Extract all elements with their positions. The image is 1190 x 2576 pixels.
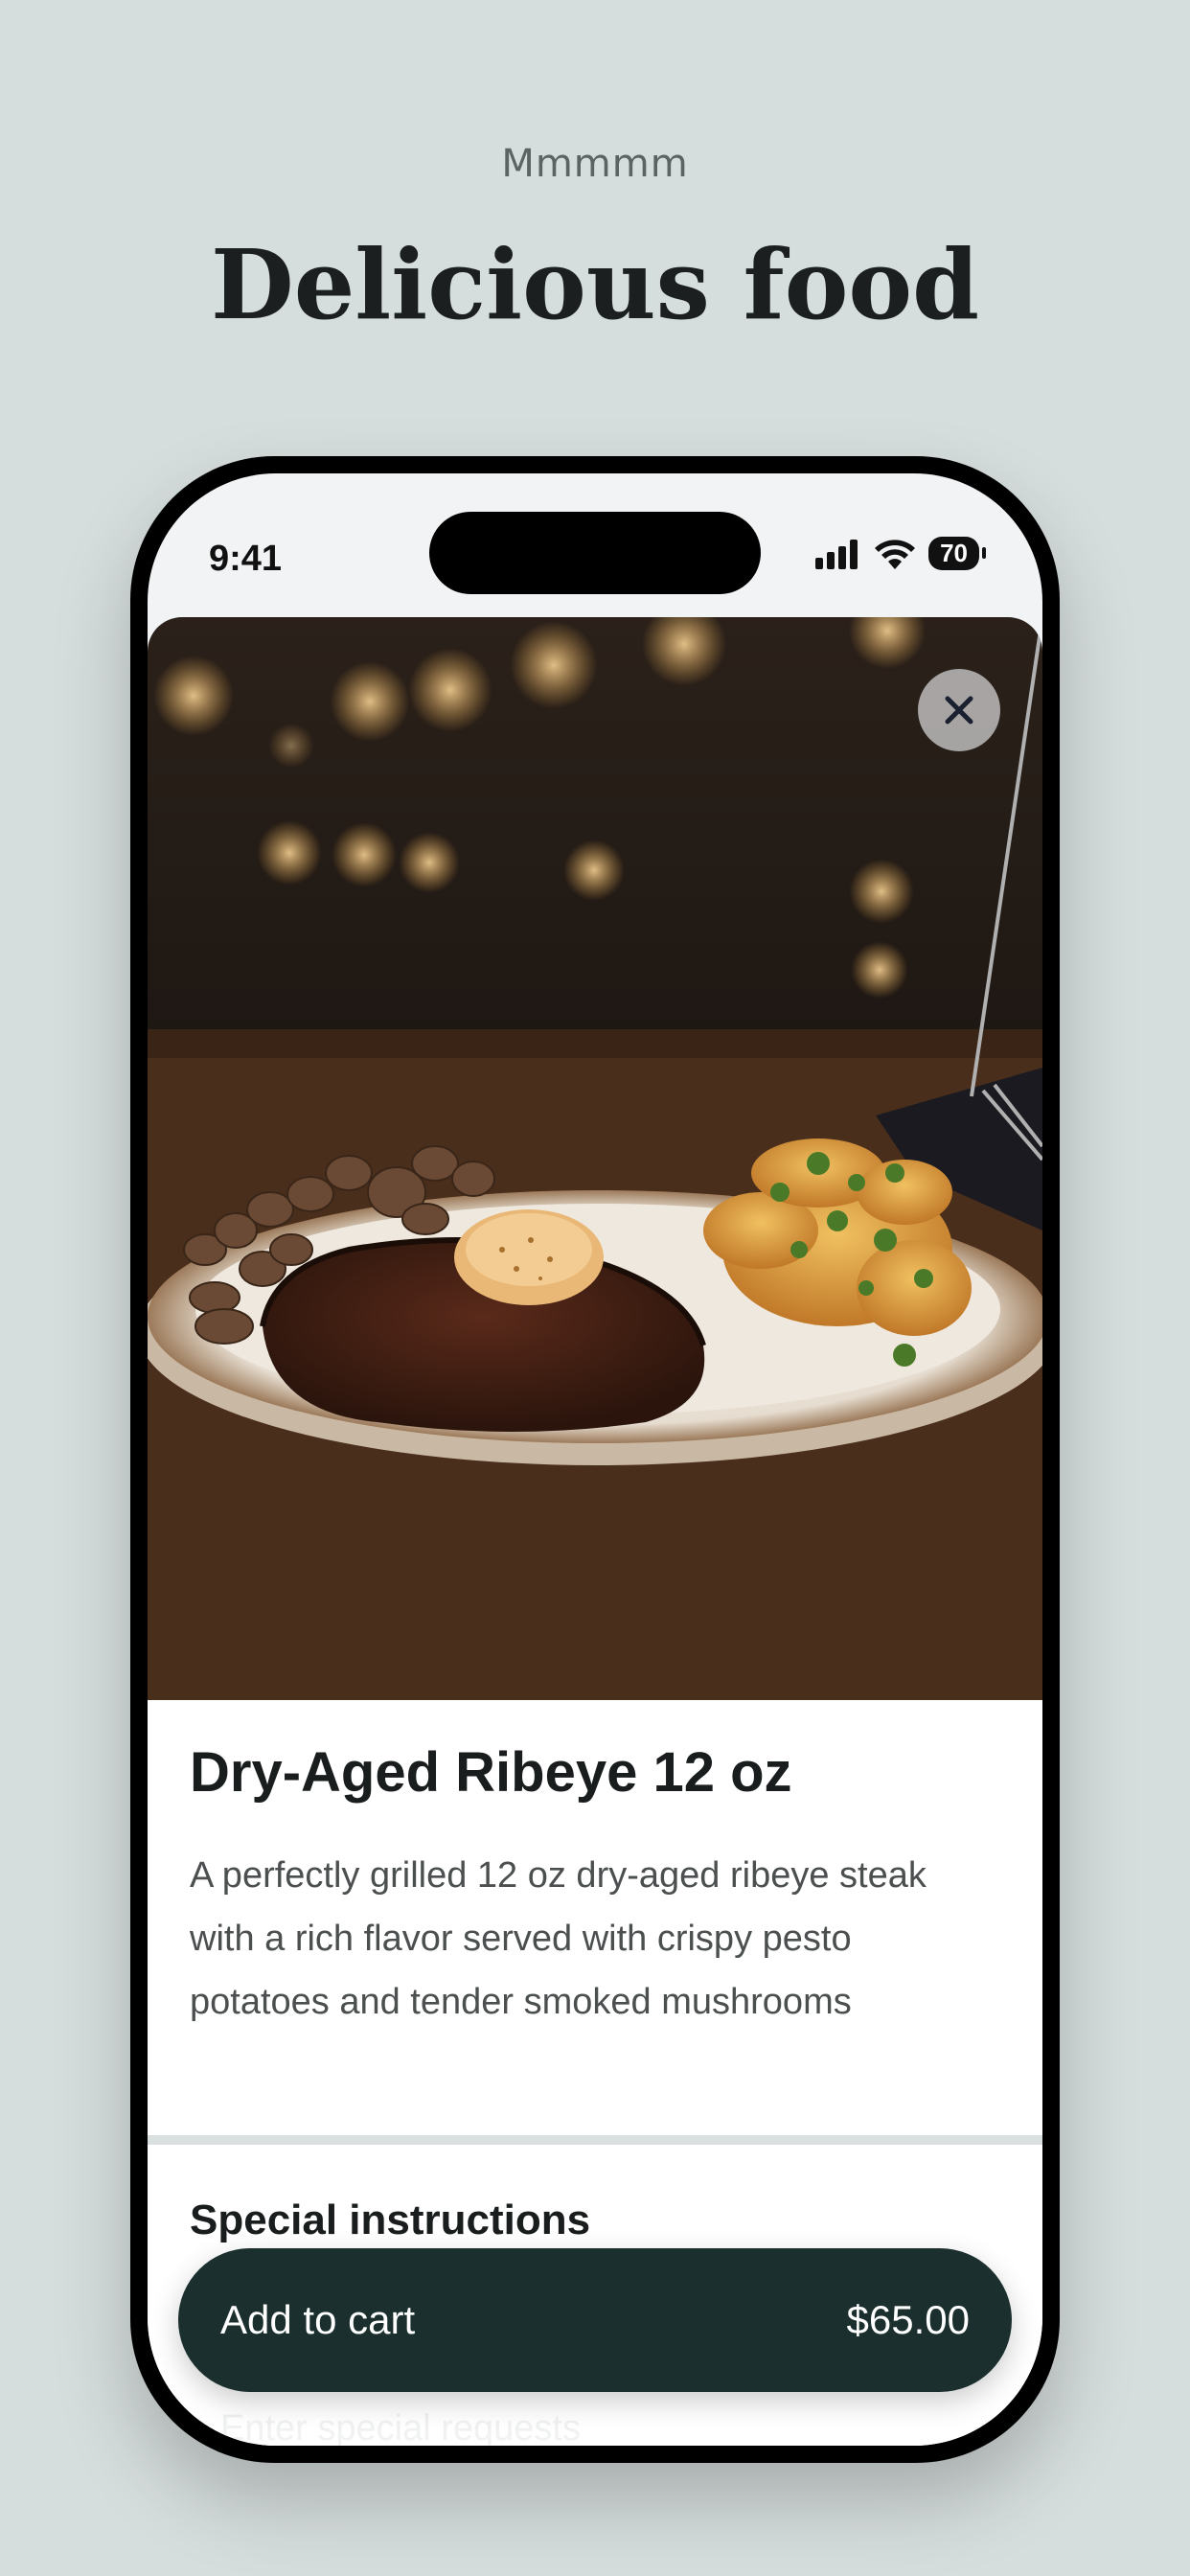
page-headline: Delicious food [210, 228, 980, 341]
product-image [148, 617, 1042, 1700]
status-icons: 70 [813, 537, 986, 570]
add-to-cart-label: Add to cart [220, 2297, 416, 2342]
section-divider [148, 2135, 1042, 2145]
special-instructions-title: Special instructions [190, 2196, 591, 2243]
dynamic-island [429, 512, 761, 594]
product-sheet: Dry-Aged Ribeye 12 oz A perfectly grille… [148, 617, 1042, 2446]
phone-screen: 9:41 70 Dry-Aged Ribeye 12 oz A perfectl… [148, 473, 1042, 2446]
cellular-signal-icon [815, 539, 858, 569]
add-to-cart-button[interactable]: Add to cart $65.00 [178, 2248, 1012, 2392]
phone-frame: 9:41 70 Dry-Aged Ribeye 12 oz A perfectl… [130, 456, 1060, 2463]
wifi-icon [875, 539, 916, 569]
battery-icon: 70 [928, 537, 986, 570]
status-time: 9:41 [209, 539, 283, 579]
close-button[interactable] [918, 669, 1000, 751]
product-description: A perfectly grilled 12 oz dry-aged ribey… [190, 1855, 927, 2022]
page-eyebrow: Mmmmm [501, 142, 689, 186]
close-icon [945, 696, 973, 724]
cart-price: $65.00 [846, 2297, 970, 2342]
product-name: Dry-Aged Ribeye 12 oz [190, 1741, 792, 1804]
steak-plate-photo [148, 617, 1042, 1700]
